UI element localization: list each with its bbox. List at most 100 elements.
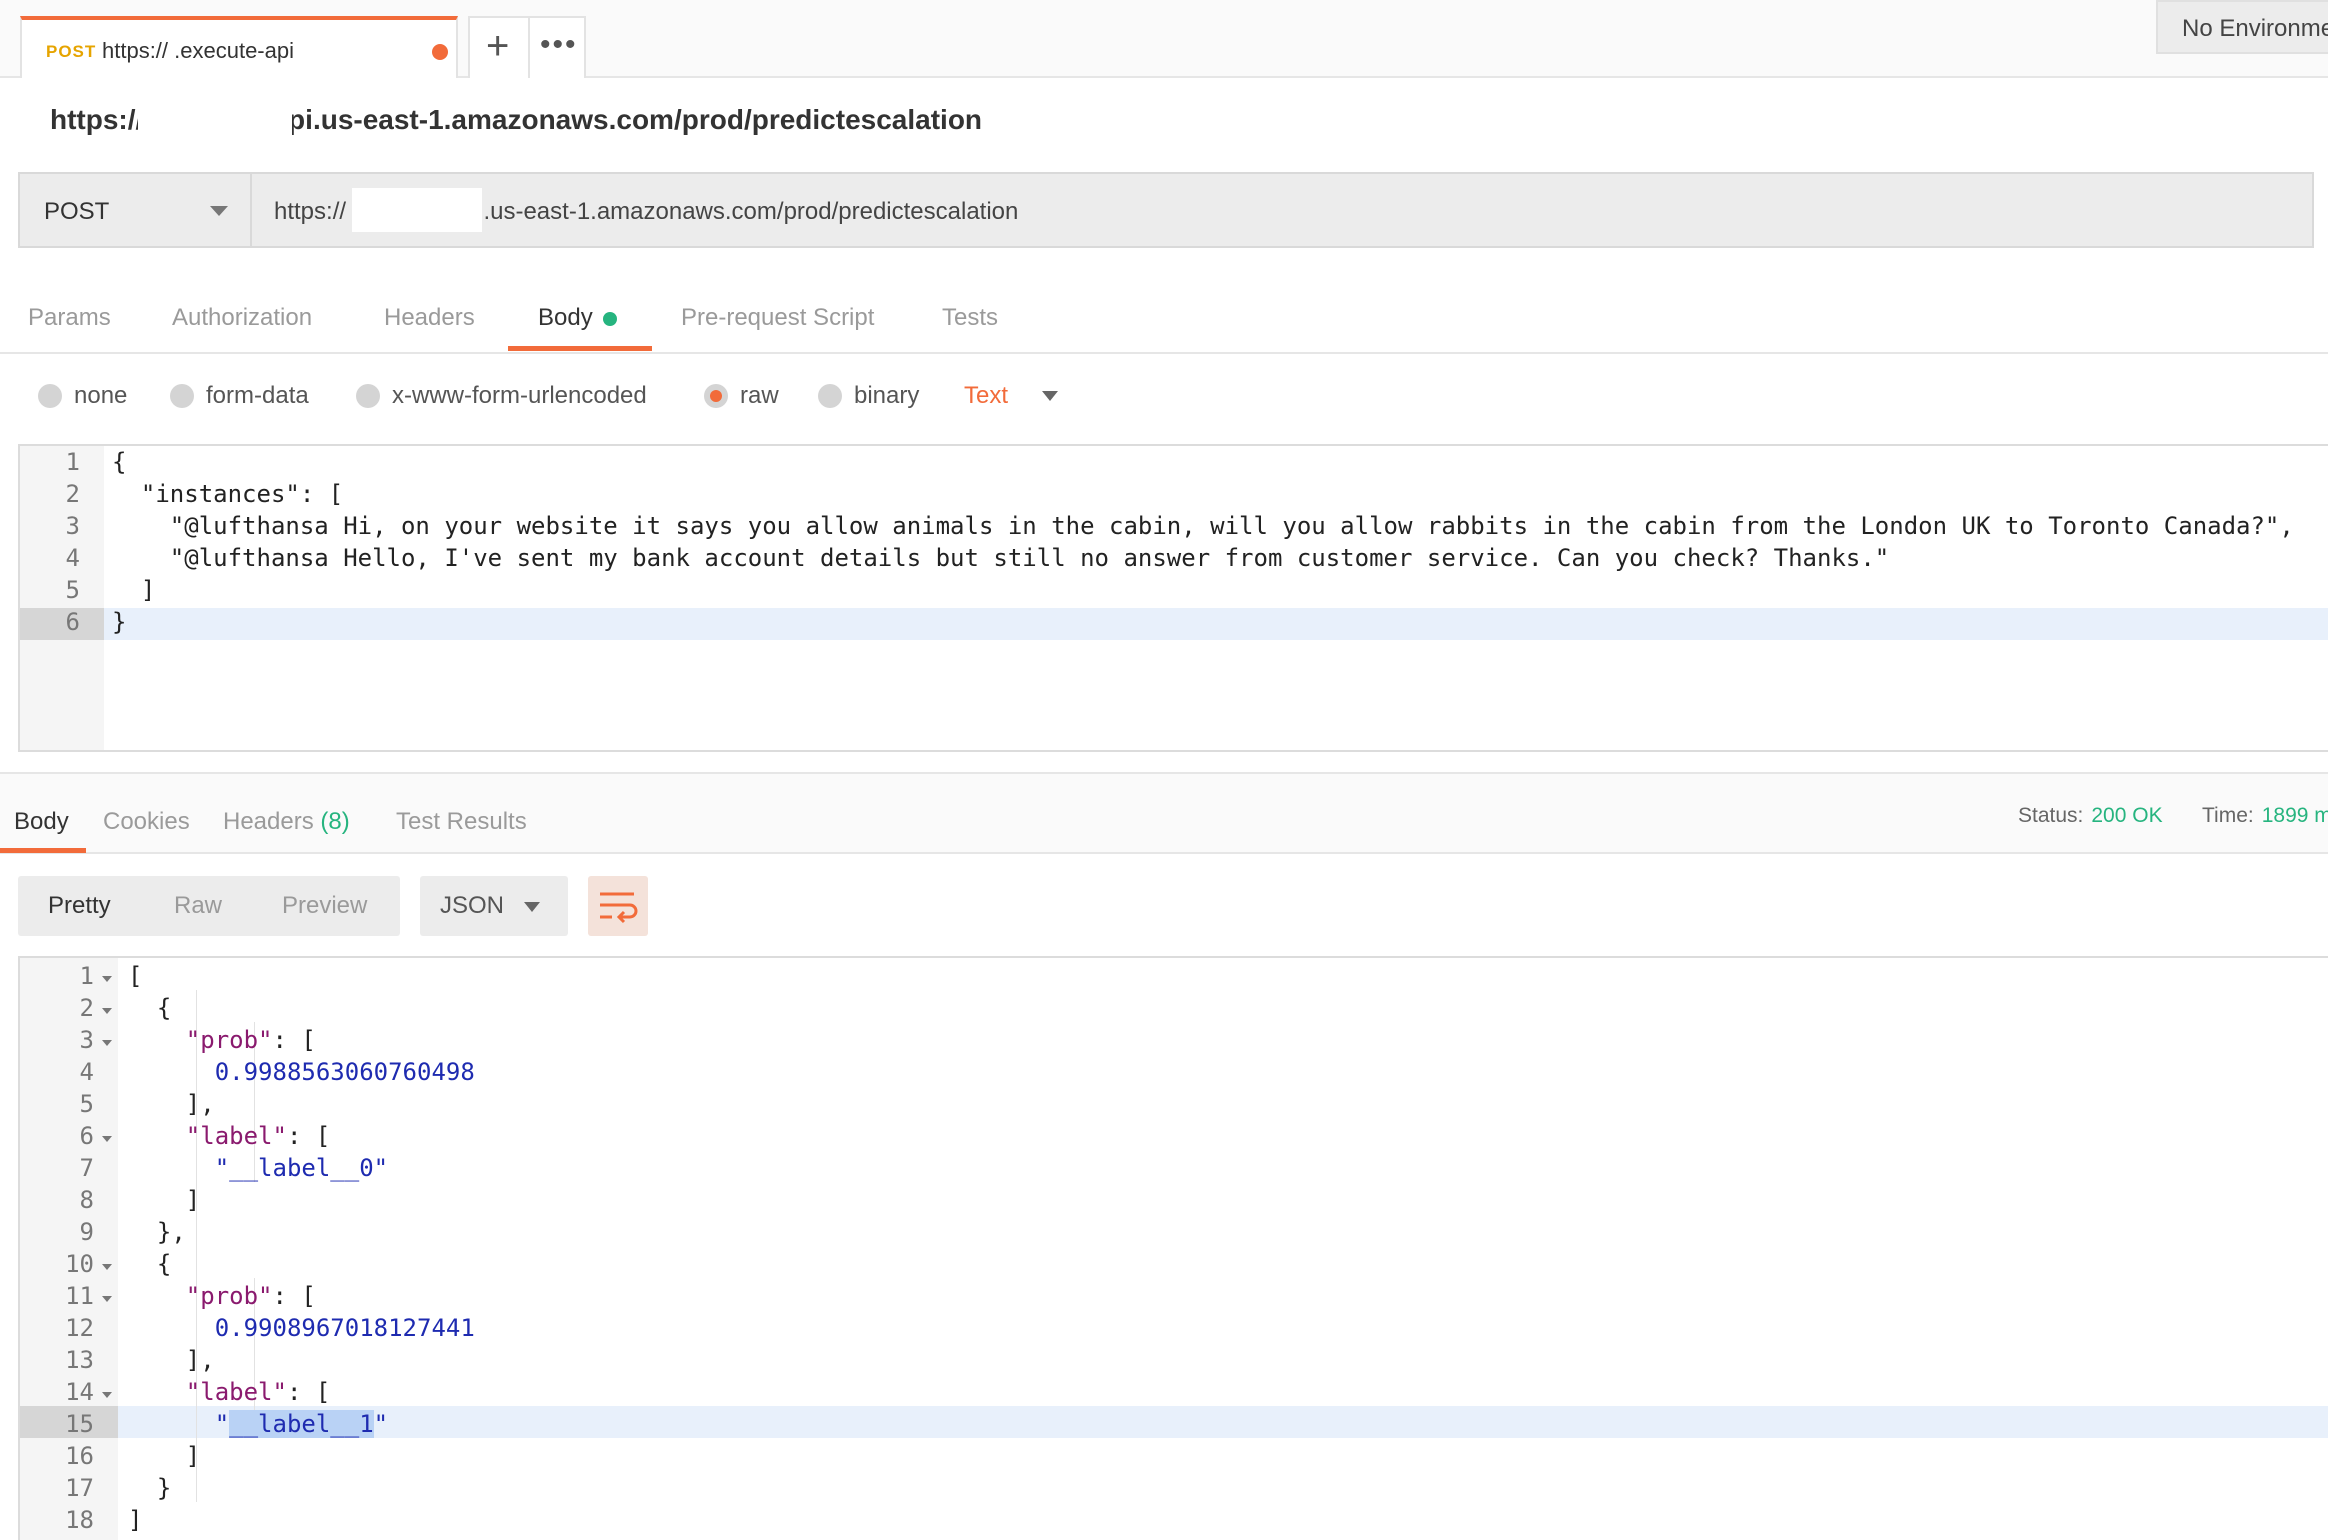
json-line: ], <box>128 1346 215 1374</box>
redaction <box>138 96 292 138</box>
body-type-label: binary <box>854 382 920 409</box>
code-line: "instances": [ <box>112 480 344 508</box>
json-number: 0.9988563060760498 <box>214 1058 475 1086</box>
code-line: { <box>112 448 127 476</box>
new-tab-button[interactable]: + <box>486 24 509 68</box>
line-number: 6 <box>65 608 80 636</box>
response-tab-body[interactable]: Body <box>14 808 69 836</box>
environment-select[interactable]: No Environment <box>2156 0 2328 54</box>
tab-body[interactable]: Body <box>538 304 617 332</box>
line-number: 2 <box>65 480 80 508</box>
body-indicator-dot-icon <box>602 311 617 326</box>
radio-icon <box>170 384 194 408</box>
json-key: "label" <box>185 1122 287 1150</box>
body-type-label: none <box>74 382 128 409</box>
response-tab-headers[interactable]: Headers (8) <box>223 808 350 836</box>
body-type-label: raw <box>740 382 779 409</box>
response-body-viewer[interactable]: 1 2 3 4 5 6 7 8 9 10 11 12 13 14 15 16 17 18 [ { "prob": … <box>18 956 2328 1540</box>
radio-icon <box>38 384 62 408</box>
active-line-highlight <box>104 608 2328 640</box>
json-line: "label": [ <box>185 1378 331 1406</box>
view-preview-button[interactable]: Preview <box>282 892 367 920</box>
tab-tests[interactable]: Tests <box>942 304 998 332</box>
tab-headers[interactable]: Headers <box>384 304 475 332</box>
line-number: 11 <box>65 1282 94 1310</box>
tab-pre-request-script[interactable]: Pre-request Script <box>681 304 874 332</box>
view-raw-button[interactable]: Raw <box>174 892 222 920</box>
fold-toggle-icon[interactable] <box>102 1136 112 1142</box>
headers-count: (8) <box>320 808 350 835</box>
response-tab-test-results[interactable]: Test Results <box>396 808 527 836</box>
body-format-select[interactable]: Text <box>964 378 1059 414</box>
request-tabs: Params Authorization Headers Body Pre-re… <box>0 280 2328 354</box>
response-format-label: JSON <box>440 892 505 919</box>
line-number: 4 <box>79 1058 94 1086</box>
line-number: 12 <box>65 1314 94 1342</box>
unsaved-dot-icon <box>432 44 448 60</box>
url-input[interactable]: https:// .execute-api.us-east-1.amazonaw… <box>252 172 2314 248</box>
code-line: } <box>112 608 127 636</box>
environment-label: No Environment <box>2182 15 2328 42</box>
fold-toggle-icon[interactable] <box>102 1264 112 1270</box>
body-type-urlencoded[interactable]: x-www-form-urlencoded <box>356 378 647 414</box>
wrap-lines-button[interactable] <box>588 876 648 936</box>
radio-icon <box>818 384 842 408</box>
fold-toggle-icon[interactable] <box>102 1040 112 1046</box>
line-number: 9 <box>79 1218 94 1246</box>
json-line: "prob": [ <box>185 1026 316 1054</box>
json-line: ] <box>128 1506 143 1534</box>
line-number: 5 <box>65 576 80 604</box>
tab-params[interactable]: Params <box>28 304 111 332</box>
code-line: "@lufthansa Hi, on your website it says … <box>112 512 2294 540</box>
code-line: ] <box>112 576 156 604</box>
json-line: [ <box>128 962 143 990</box>
line-number: 2 <box>79 994 94 1022</box>
json-line: ] <box>128 1442 201 1470</box>
more-tabs-icon[interactable]: ••• <box>540 28 578 62</box>
line-number: 5 <box>79 1090 94 1118</box>
body-format-label: Text <box>964 382 1009 409</box>
body-type-none[interactable]: none <box>38 378 127 414</box>
status-readout: Status: 200 OK <box>2018 804 2163 828</box>
json-line: "__label__1" <box>214 1410 389 1438</box>
redaction <box>352 188 482 232</box>
time-readout: Time: 1899 ms <box>2202 804 2328 828</box>
request-tab-method: POST <box>46 42 97 61</box>
active-line-highlight <box>118 1406 2328 1438</box>
response-tab-cookies[interactable]: Cookies <box>103 808 190 836</box>
fold-toggle-icon[interactable] <box>102 1296 112 1302</box>
method-select[interactable]: POST <box>18 172 252 248</box>
line-number: 6 <box>79 1122 94 1150</box>
line-number: 1 <box>65 448 80 476</box>
json-number: 0.9908967018127441 <box>214 1314 475 1342</box>
wrap-lines-icon <box>600 892 638 924</box>
json-key: "prob" <box>185 1026 273 1054</box>
status-value: 200 OK <box>2091 804 2163 827</box>
json-line: ], <box>128 1090 215 1118</box>
method-label: POST <box>44 198 110 225</box>
chevron-down-icon <box>210 206 228 216</box>
fold-toggle-icon[interactable] <box>102 1392 112 1398</box>
line-number: 10 <box>65 1250 94 1278</box>
active-tab-indicator <box>508 346 652 351</box>
view-mode-group: Pretty Raw Preview <box>18 876 400 936</box>
json-key: "label" <box>185 1378 287 1406</box>
json-key: "prob" <box>185 1282 273 1310</box>
tab-controls-divider <box>528 18 530 78</box>
response-format-select[interactable]: JSON <box>420 876 568 936</box>
tab-controls: + ••• <box>468 16 586 78</box>
request-tab[interactable]: POST https:// .execute-api <box>20 16 458 78</box>
body-type-form-data[interactable]: form-data <box>170 378 309 414</box>
line-number: 3 <box>79 1026 94 1054</box>
request-tab-url: https:// .execute-api <box>102 38 294 63</box>
line-number: 7 <box>79 1154 94 1182</box>
request-body-editor[interactable]: 1 {2 "instances": [3 "@lufthansa Hi, on y… <box>18 444 2328 752</box>
view-pretty-button[interactable]: Pretty <box>48 892 111 920</box>
fold-toggle-icon[interactable] <box>102 976 112 982</box>
json-line: } <box>128 1474 172 1502</box>
body-type-raw[interactable]: raw <box>704 378 779 414</box>
body-type-binary[interactable]: binary <box>818 378 919 414</box>
json-line: 0.9908967018127441 <box>128 1314 475 1342</box>
tab-authorization[interactable]: Authorization <box>172 304 312 332</box>
fold-toggle-icon[interactable] <box>102 1008 112 1014</box>
